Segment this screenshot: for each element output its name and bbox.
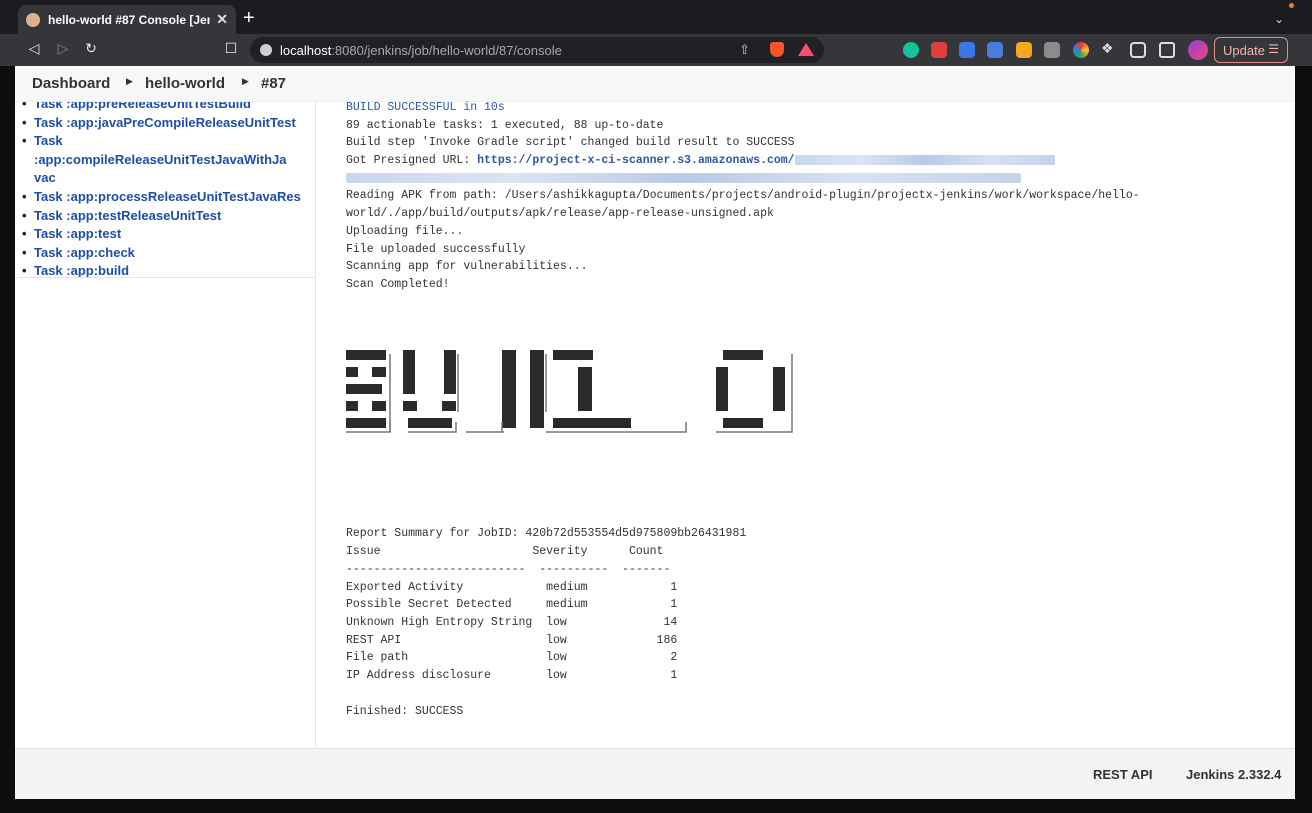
extension-r-icon[interactable] [1016,42,1032,58]
profile-avatar[interactable] [1188,40,1208,60]
console-line: Scan Completed! [346,278,450,291]
update-label: Update [1223,42,1265,58]
browser-toolbar: ◁ ▷ ↻ ☐ localhost:8080/jenkins/job/hello… [0,34,1312,66]
breadcrumb-chevron-icon[interactable]: ▶ [242,76,249,87]
color-picker-icon[interactable] [1073,42,1089,58]
menu-icon[interactable]: ☰ [1268,42,1279,56]
ascii-letter-d [716,350,785,428]
console-line: 89 actionable tasks: 1 executed, 88 up-t… [346,119,664,132]
tab-strip: hello-world #87 Console [Jenkins] ✕ + ⌄ [0,0,1312,34]
redacted-url-blur [794,154,1055,165]
brave-shield-icon[interactable] [770,42,784,57]
tab-console[interactable]: hello-world #87 Console [Jenkins] ✕ [18,5,236,34]
site-info-icon[interactable] [260,44,272,56]
reload-icon[interactable]: ↻ [82,40,100,57]
page-footer: REST API Jenkins 2.332.4 [15,748,1295,799]
bookmark-icon[interactable]: ☐ [222,40,240,57]
sidebar-task-label: Task :app:compileReleaseUnitTestJavaWith… [34,133,287,167]
browser-window: hello-world #87 Console [Jenkins] ✕ + ⌄ … [0,0,1312,813]
update-button[interactable]: Update ☰ [1214,37,1288,63]
ascii-letter-b [346,350,386,428]
report-table-head: Issue Severity Count [346,545,664,558]
presigned-label: Got Presigned URL: [346,154,478,167]
sidebar-task-link[interactable]: Task :app:build [22,262,310,281]
finished-status: Finished: SUCCESS [346,705,464,718]
extension-doc-icon[interactable] [959,42,975,58]
report-table-rule: -------------------------- ---------- --… [346,563,671,576]
breadcrumb-hello-world[interactable]: hello-world [145,75,225,92]
sidebar-task-link[interactable]: Task :app:compileReleaseUnitTestJavaWith… [22,132,310,188]
breadcrumb-chevron-icon[interactable]: ▶ [126,76,133,87]
translate-icon[interactable] [987,42,1003,58]
report-row: REST API low 186 [346,634,678,647]
back-icon[interactable]: ◁ [25,40,43,57]
url-host: localhost [280,42,332,58]
tab-search-chevron-icon[interactable]: ⌄ [1274,12,1284,26]
sidebar: Task :app:preReleaseUnitTestBuild Task :… [15,102,316,748]
tab-close-icon[interactable]: ✕ [216,11,228,28]
sidebar-divider [15,277,315,278]
task-list: Task :app:preReleaseUnitTestBuild Task :… [22,102,310,281]
forward-icon[interactable]: ▷ [54,40,72,57]
share-icon[interactable]: ⇧ [739,42,750,58]
sidebar-task-link[interactable]: Task :app:testReleaseUnitTest [22,207,310,226]
ascii-build-banner [346,350,793,433]
puzzle-icon[interactable]: ❖ [1101,40,1117,56]
report-row: IP Address disclosure low 1 [346,669,678,682]
console-line [346,170,1021,187]
tab-title: hello-world #87 Console [Jenkins] [48,12,210,27]
jenkins-favicon-icon [26,12,40,27]
report-header: Report Summary for JobID: 420b72d553554d… [346,527,747,540]
brave-rewards-icon[interactable] [798,43,814,56]
jenkins-page: Dashboard ▶ hello-world ▶ #87 Task :app:… [15,66,1295,799]
redacted-url-blur [346,172,1021,183]
grammarly-icon[interactable] [903,42,919,58]
console-line: Reading APK from path: /Users/ashikkagup… [346,189,1140,202]
report-row: Possible Secret Detected medium 1 [346,598,678,611]
address-bar[interactable]: localhost:8080/jenkins/job/hello-world/8… [250,37,824,63]
sidebar-task-link[interactable]: Task :app:javaPreCompileReleaseUnitTest [22,114,310,133]
ascii-letter-l [553,350,631,428]
wallet-icon[interactable] [1159,42,1175,58]
breadcrumb-build-87[interactable]: #87 [261,75,286,92]
breadcrumb-dashboard[interactable]: Dashboard [32,75,110,92]
console-line: Got Presigned URL: https://project-x-ci-… [346,152,1055,169]
new-tab-button[interactable]: + [243,8,255,28]
sidebar-icon[interactable] [1130,42,1146,58]
ascii-letter-i [502,350,544,428]
console-line: Build step 'Invoke Gradle script' change… [346,136,795,149]
breadcrumb: Dashboard ▶ hello-world ▶ #87 [15,66,1295,102]
console-line: Uploading file... [346,225,464,238]
sidebar-task-link[interactable]: Task :app:processReleaseUnitTestJavaRes [22,188,310,207]
console-line: File uploaded successfully [346,243,526,256]
sidebar-task-label: vac [34,170,56,186]
console-line: Scanning app for vulnerabilities... [346,260,588,273]
jenkins-version-link[interactable]: Jenkins 2.332.4 [1186,767,1281,782]
notification-dot [1289,3,1294,8]
report-row: File path low 2 [346,651,678,664]
rest-api-link[interactable]: REST API [1093,767,1152,782]
sidebar-task-link[interactable]: Task :app:check [22,244,310,263]
report-row: Exported Activity medium 1 [346,581,678,594]
sidebar-task-link[interactable]: Task :app:test [22,225,310,244]
console-line: world/./app/build/outputs/apk/release/ap… [346,207,774,220]
extension-tp-icon[interactable] [931,42,947,58]
console-line: BUILD SUCCESSFUL in 10s [346,101,505,114]
report-row: Unknown High Entropy String low 14 [346,616,678,629]
ascii-letter-u [403,350,456,428]
sidebar-task-link[interactable]: Task :app:preReleaseUnitTestBuild [22,102,310,114]
extension-k-icon[interactable] [1044,42,1060,58]
presigned-url-link[interactable]: https://project-x-ci-scanner.s3.amazonaw… [477,154,794,167]
url-path: :8080/jenkins/job/hello-world/87/console [331,42,562,58]
